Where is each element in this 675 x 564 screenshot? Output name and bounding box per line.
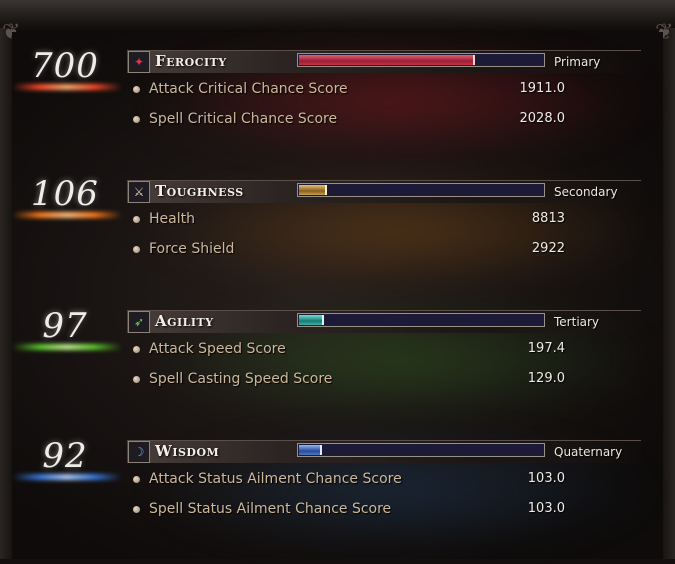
toughness-icon: ⚔ xyxy=(128,181,150,203)
bullet-icon xyxy=(133,376,140,383)
stat-value: 2922 xyxy=(531,241,565,256)
bullet-icon xyxy=(133,246,140,253)
stat-label: Spell Critical Chance Score xyxy=(149,111,338,127)
attribute-progress-bar xyxy=(297,443,545,457)
stat-value: 103.0 xyxy=(527,501,565,516)
value-glow-streak xyxy=(12,344,122,350)
stat-row: Spell Casting Speed Score 129.0 xyxy=(133,370,573,390)
attribute-header[interactable]: ⚔ Toughness Secondary xyxy=(127,180,641,203)
stat-label: Attack Critical Chance Score xyxy=(149,81,348,97)
stat-label: Attack Status Ailment Chance Score xyxy=(149,471,402,487)
stat-row: Force Shield 2922 xyxy=(133,240,573,260)
stat-row: Spell Critical Chance Score 2028.0 xyxy=(133,110,573,130)
value-glow-streak xyxy=(12,212,122,218)
bullet-icon xyxy=(133,86,140,93)
attribute-progress-bar xyxy=(297,53,545,67)
attribute-section-toughness: 106 ⚔ Toughness Secondary Health 8813 Fo… xyxy=(0,170,675,304)
value-glow-streak xyxy=(12,84,122,90)
agility-icon: ➶ xyxy=(128,311,150,333)
wisdom-icon: ☽ xyxy=(128,441,150,463)
stat-value: 1911.0 xyxy=(519,81,566,96)
bar-fill xyxy=(299,55,475,65)
attribute-section-ferocity: 700 ✦ Ferocity Primary Attack Critical C… xyxy=(0,40,675,174)
bar-fill xyxy=(299,445,322,455)
stat-label: Spell Casting Speed Score xyxy=(149,371,333,387)
value-glow-streak xyxy=(12,474,122,480)
bullet-icon xyxy=(133,216,140,223)
window-frame-top xyxy=(0,0,675,33)
attribute-rank: Secondary xyxy=(554,185,618,199)
attribute-value: 92 xyxy=(42,436,88,476)
stat-label: Health xyxy=(149,211,195,227)
attribute-progress-bar xyxy=(297,183,545,197)
attribute-header[interactable]: ✦ Ferocity Primary xyxy=(127,50,641,73)
stat-row: Health 8813 xyxy=(133,210,573,230)
attribute-name: Ferocity xyxy=(155,52,227,70)
stat-row: Attack Status Ailment Chance Score 103.0 xyxy=(133,470,573,490)
stat-value: 103.0 xyxy=(527,471,565,486)
bullet-icon xyxy=(133,506,140,513)
stat-value: 8813 xyxy=(531,211,565,226)
attribute-rank: Quaternary xyxy=(554,445,623,459)
attribute-value: 700 xyxy=(31,46,99,86)
bullet-icon xyxy=(133,116,140,123)
attribute-name: Wisdom xyxy=(155,442,220,460)
bullet-icon xyxy=(133,476,140,483)
bar-fill xyxy=(299,315,324,325)
attribute-rank: Tertiary xyxy=(554,315,600,329)
attribute-progress-bar xyxy=(297,313,545,327)
stat-label: Attack Speed Score xyxy=(149,341,286,357)
attribute-header[interactable]: ➶ Agility Tertiary xyxy=(127,310,641,333)
stat-value: 197.4 xyxy=(527,341,565,356)
stat-row: Spell Status Ailment Chance Score 103.0 xyxy=(133,500,573,520)
stat-value: 2028.0 xyxy=(519,111,566,126)
stat-row: Attack Critical Chance Score 1911.0 xyxy=(133,80,573,100)
bar-fill xyxy=(299,185,327,195)
attribute-value: 106 xyxy=(31,174,99,214)
stat-row: Attack Speed Score 197.4 xyxy=(133,340,573,360)
attribute-name: Toughness xyxy=(155,182,244,200)
attribute-value: 97 xyxy=(42,306,88,346)
attribute-section-agility: 97 ➶ Agility Tertiary Attack Speed Score… xyxy=(0,300,675,434)
ferocity-icon: ✦ xyxy=(128,51,150,73)
attribute-name: Agility xyxy=(155,312,214,330)
stat-label: Force Shield xyxy=(149,241,235,257)
stat-label: Spell Status Ailment Chance Score xyxy=(149,501,392,517)
attribute-header[interactable]: ☽ Wisdom Quaternary xyxy=(127,440,641,463)
attribute-rank: Primary xyxy=(554,55,601,69)
bullet-icon xyxy=(133,346,140,353)
attribute-section-wisdom: 92 ☽ Wisdom Quaternary Attack Status Ail… xyxy=(0,430,675,564)
stat-value: 129.0 xyxy=(527,371,565,386)
